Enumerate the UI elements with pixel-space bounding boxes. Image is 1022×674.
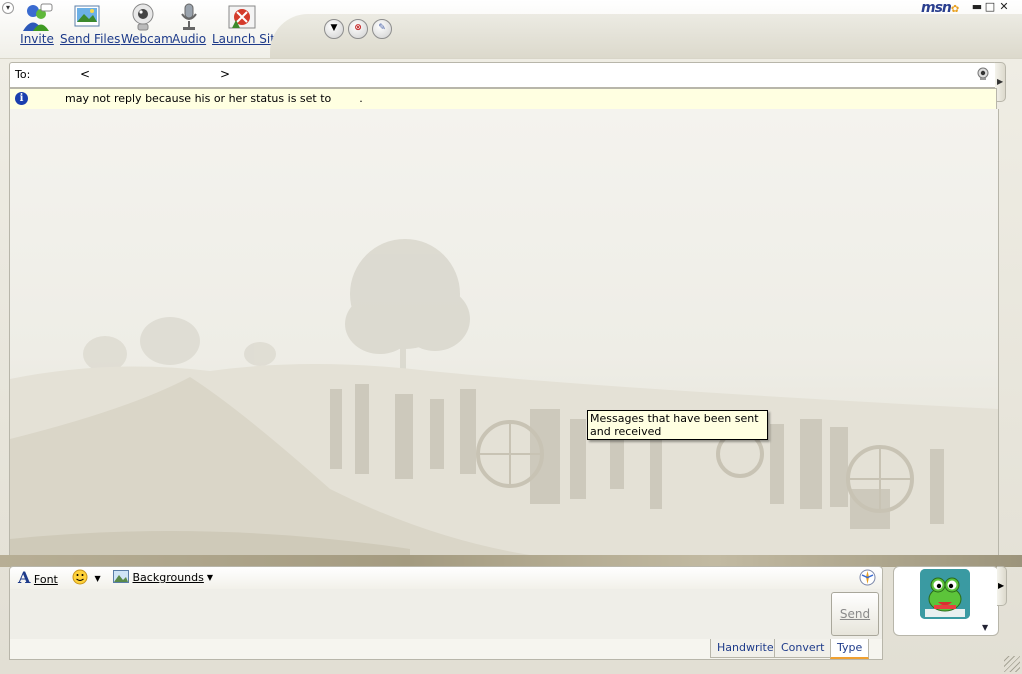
font-icon: A <box>18 568 31 587</box>
webcam-label: Webcam <box>121 32 173 46</box>
system-menu-icon[interactable]: ▾ <box>2 2 14 14</box>
font-label: Font <box>33 573 58 586</box>
launch-site-label: Launch Site <box>212 32 283 46</box>
status-info-text: may not reply because his or her status … <box>65 92 363 105</box>
messenger-window: ▾ Invite Send Files Webcam Audio Launch … <box>0 0 1022 674</box>
backgrounds-button[interactable]: Backgrounds ▼ <box>113 570 213 584</box>
webcam-icon <box>127 2 159 32</box>
chevron-down-icon: ▼ <box>94 574 101 583</box>
launch-site-button[interactable]: Launch Site <box>212 2 283 46</box>
contact-email-open-bracket: < <box>80 67 91 81</box>
tab-type[interactable]: Type <box>830 639 870 659</box>
conversation-history[interactable] <box>9 109 999 555</box>
send-files-button[interactable]: Send Files <box>60 2 121 46</box>
audio-icon <box>173 2 205 32</box>
webcam-button[interactable]: Webcam <box>121 2 173 46</box>
background-photo <box>10 109 998 555</box>
chevron-right-icon: ▶ <box>998 581 1005 590</box>
maximize-button[interactable]: □ <box>984 0 996 13</box>
paint-icon[interactable]: ✎ <box>372 19 392 39</box>
chevron-right-icon: ▶ <box>997 77 1004 86</box>
display-picture-panel-toggle[interactable]: ▶ <box>997 566 1007 606</box>
display-picture[interactable] <box>920 569 970 619</box>
launch-site-icon <box>226 2 258 32</box>
send-files-icon <box>71 2 103 32</box>
toolbar: ▾ Invite Send Files Webcam Audio Launch … <box>0 0 1022 59</box>
msn-logo: msn✿ <box>921 0 959 16</box>
display-picture-menu-icon[interactable]: ▼ <box>982 623 988 632</box>
close-button[interactable]: ✕ <box>998 0 1010 13</box>
resize-grip[interactable] <box>1004 656 1020 672</box>
invite-button[interactable]: Invite <box>20 2 54 46</box>
font-button[interactable]: A Font <box>18 568 58 587</box>
butterfly-icon: ✿ <box>950 4 959 15</box>
block-icon[interactable]: ⊗ <box>348 19 368 39</box>
emoticon-button[interactable]: ▼ <box>72 569 101 585</box>
chevron-down-icon: ▼ <box>206 573 214 582</box>
invite-label: Invite <box>20 32 54 46</box>
invite-icon <box>21 2 53 32</box>
message-input[interactable] <box>9 589 883 640</box>
audio-label: Audio <box>172 32 207 46</box>
audio-button[interactable]: Audio <box>172 2 206 46</box>
to-label: To: <box>15 68 31 81</box>
winks-icon[interactable] <box>859 569 876 589</box>
to-bar: To: < > <box>9 62 997 88</box>
status-info-bar: i may not reply because his or her statu… <box>9 88 997 110</box>
frog-avatar-icon <box>920 569 970 619</box>
contact-email-close-bracket: > <box>220 67 231 81</box>
info-icon: i <box>15 92 28 105</box>
msn-logo-text: msn <box>921 0 952 16</box>
smiley-icon <box>72 569 92 585</box>
send-files-label: Send Files <box>60 32 121 46</box>
tab-convert[interactable]: Convert <box>774 639 832 658</box>
more-actions-dropdown-icon[interactable]: ▼ <box>324 19 344 39</box>
webcam-status-icon <box>976 67 990 81</box>
format-toolbar: A Font ▼ Backgrounds ▼ <box>9 566 883 590</box>
display-picture-panel: ▼ <box>893 566 999 636</box>
send-button[interactable]: Send <box>831 592 879 636</box>
backgrounds-icon <box>113 570 133 584</box>
input-mode-tabs: Handwrite Convert Type <box>9 639 883 660</box>
minimize-button[interactable]: ▬ <box>971 0 983 13</box>
tab-handwrite[interactable]: Handwrite <box>710 639 781 658</box>
backgrounds-label: Backgrounds <box>132 571 204 584</box>
conversation-tooltip: Messages that have been sent and receive… <box>587 410 768 440</box>
